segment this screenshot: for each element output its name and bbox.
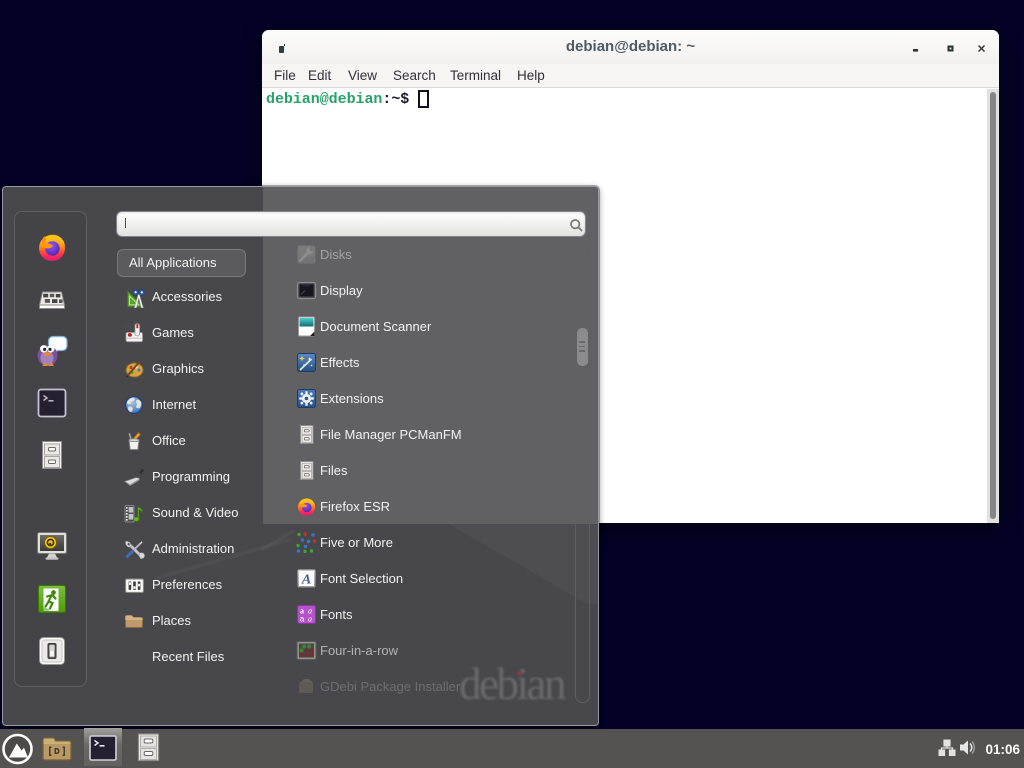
svg-text:A: A [301, 573, 311, 588]
svg-text:a: a [308, 615, 312, 624]
svg-text:a: a [300, 615, 305, 624]
